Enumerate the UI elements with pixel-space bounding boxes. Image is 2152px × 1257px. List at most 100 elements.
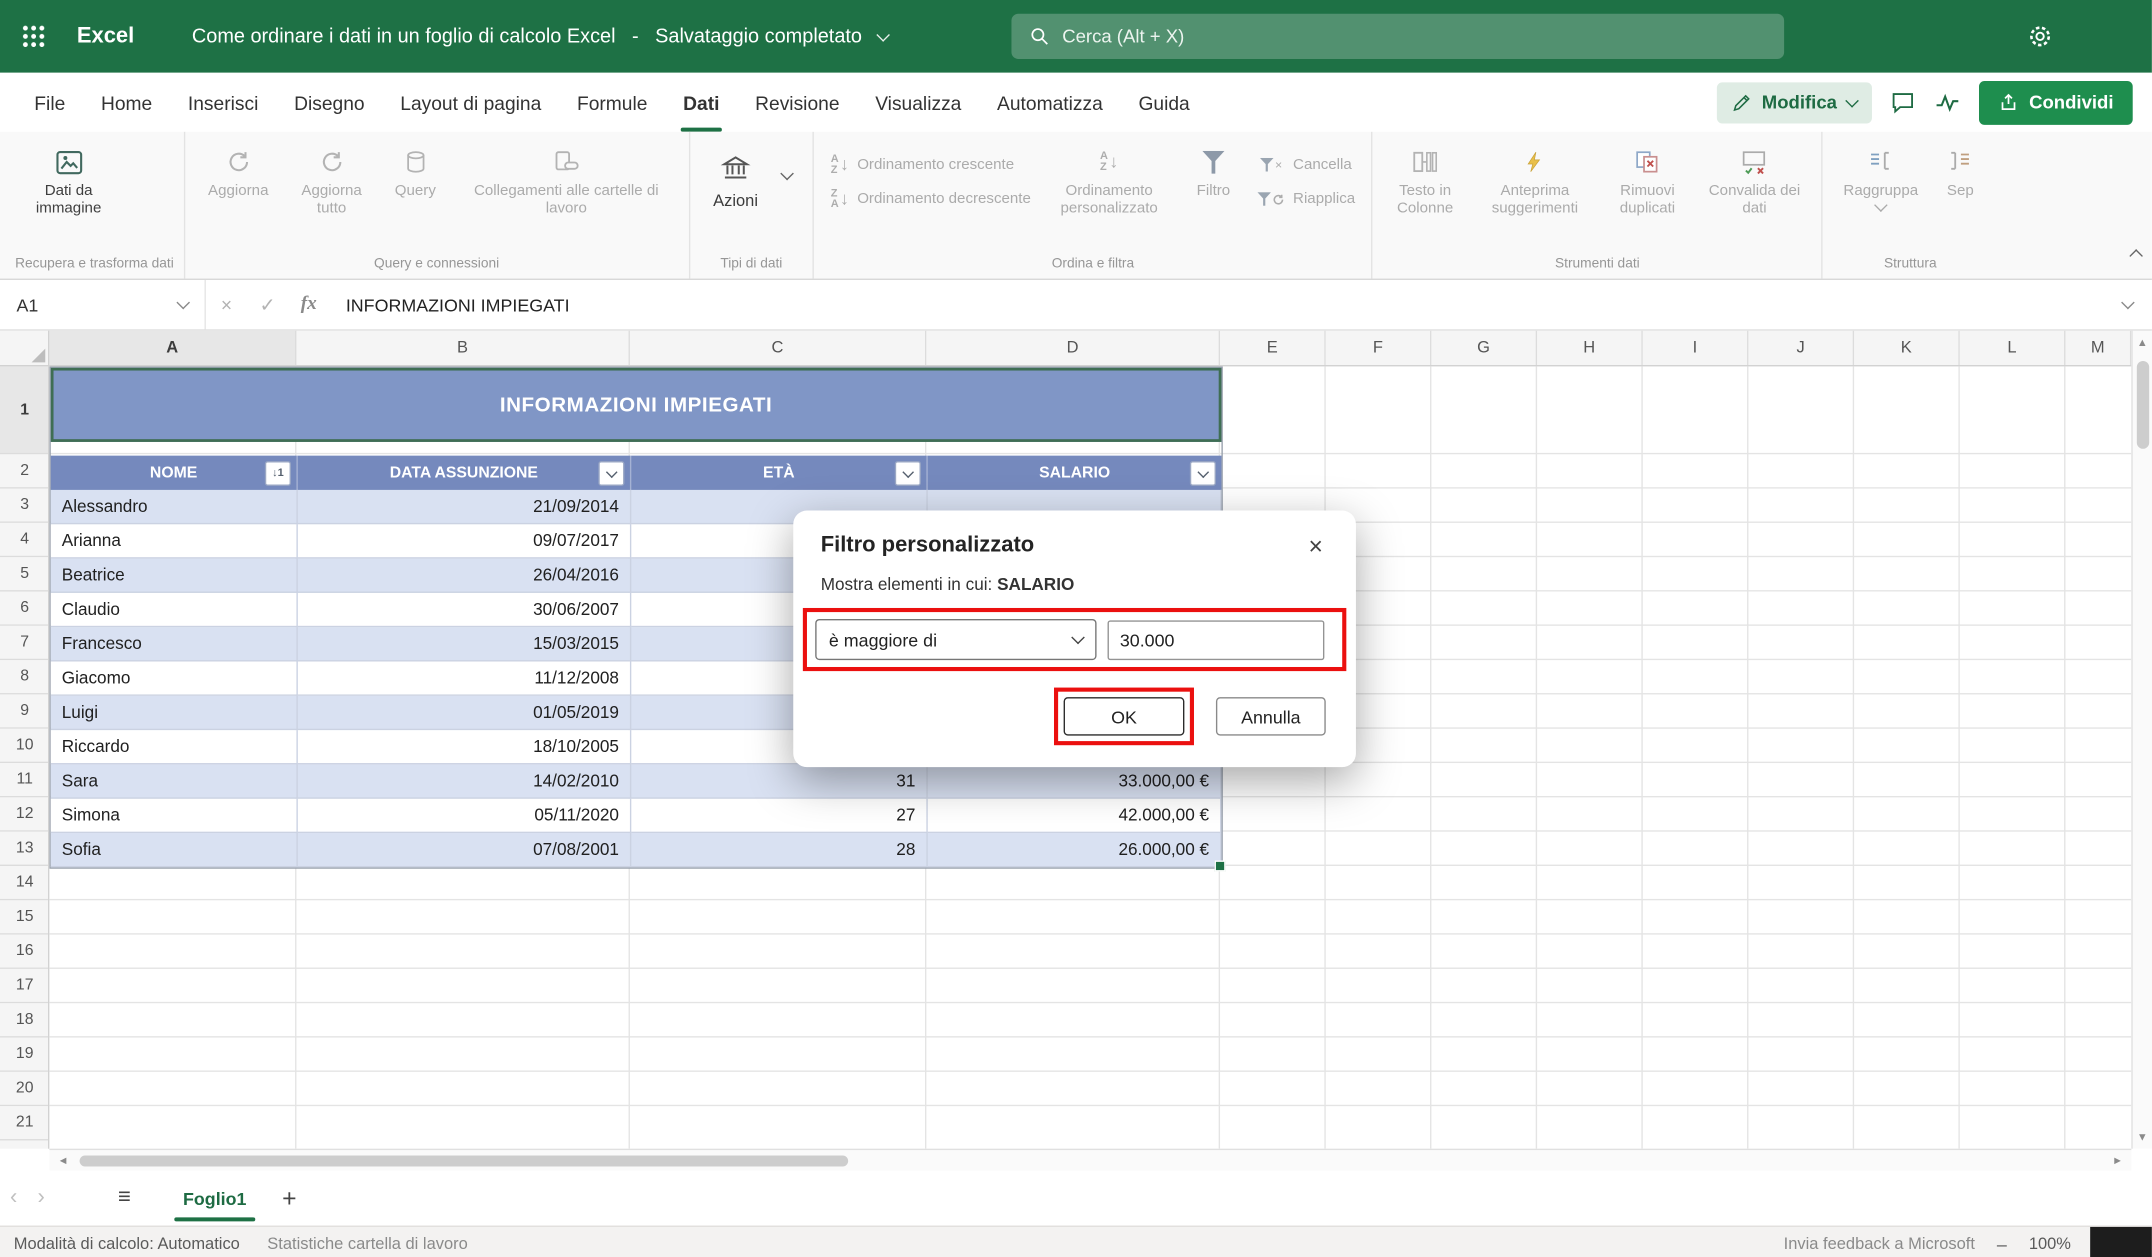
feedback-link[interactable]: Invia feedback a Microsoft xyxy=(1770,1234,1989,1253)
horizontal-scroll-thumb[interactable] xyxy=(80,1155,849,1166)
cell-eta[interactable]: 28 xyxy=(631,833,927,867)
column-header-K[interactable]: K xyxy=(1854,331,1960,367)
cell-data[interactable]: 05/11/2020 xyxy=(298,799,631,833)
column-header-H[interactable]: H xyxy=(1537,331,1643,367)
row-header-7[interactable]: 7 xyxy=(0,626,49,660)
zoom-level[interactable]: 100% xyxy=(2015,1234,2085,1253)
column-header-I[interactable]: I xyxy=(1643,331,1749,367)
cell-salario[interactable]: 33.000,00 € xyxy=(928,764,1222,798)
scroll-down-icon[interactable]: ▼ xyxy=(2133,1131,2152,1143)
table-title-cell-a1[interactable]: INFORMAZIONI IMPIEGATI xyxy=(51,368,1222,442)
column-header-G[interactable]: G xyxy=(1431,331,1537,367)
cell-nome[interactable]: Claudio xyxy=(51,593,298,627)
column-header-C[interactable]: C xyxy=(630,331,926,367)
collapse-ribbon-button[interactable] xyxy=(2131,243,2141,268)
cell-data[interactable]: 09/07/2017 xyxy=(298,524,631,558)
tab-automatizza[interactable]: Automatizza xyxy=(979,73,1120,132)
ok-button[interactable]: OK xyxy=(1064,697,1185,735)
cell-data[interactable]: 14/02/2010 xyxy=(298,764,631,798)
operator-select[interactable]: è maggiore di xyxy=(815,619,1096,660)
cell-data[interactable]: 01/05/2019 xyxy=(298,696,631,730)
row-header-15[interactable]: 15 xyxy=(0,900,49,934)
cell-nome[interactable]: Giacomo xyxy=(51,661,298,695)
sheet-tab-foglio1[interactable]: Foglio1 xyxy=(167,1171,263,1226)
cell-nome[interactable]: Riccardo xyxy=(51,730,298,764)
cell-nome[interactable]: Francesco xyxy=(51,627,298,661)
document-title[interactable]: Come ordinare i dati in un foglio di cal… xyxy=(192,25,616,47)
rimuovi-duplicati-button[interactable]: Rimuovi duplicati xyxy=(1602,137,1693,221)
row-header-20[interactable]: 20 xyxy=(0,1072,49,1106)
tab-home[interactable]: Home xyxy=(83,73,170,132)
azioni-chevron-icon[interactable] xyxy=(781,166,795,180)
cell-data[interactable]: 21/09/2014 xyxy=(298,490,631,524)
column-header-F[interactable]: F xyxy=(1326,331,1432,367)
aggiorna-tutto-button[interactable]: Aggiorna tutto xyxy=(286,137,377,221)
sheet-list-icon[interactable]: ≡ xyxy=(118,1186,131,1211)
cell-data[interactable]: 07/08/2001 xyxy=(298,833,631,867)
cell-nome[interactable]: Alessandro xyxy=(51,490,298,524)
settings-button[interactable] xyxy=(2027,0,2053,73)
convalida-dati-button[interactable]: Convalida dei dati xyxy=(1697,137,1812,221)
cell-data[interactable]: 15/03/2015 xyxy=(298,627,631,661)
scroll-left-icon[interactable]: ◄ xyxy=(52,1151,74,1170)
scroll-up-icon[interactable]: ▲ xyxy=(2133,336,2152,348)
row-header-10[interactable]: 10 xyxy=(0,729,49,763)
tab-formule[interactable]: Formule xyxy=(559,73,665,132)
column-header-A[interactable]: A xyxy=(49,331,296,367)
cancella-button[interactable]: × Cancella xyxy=(1250,150,1362,180)
raggruppa-button[interactable]: Raggruppa xyxy=(1833,137,1929,212)
testo-in-colonne-button[interactable]: Testo in Colonne xyxy=(1383,137,1468,221)
row-header-13[interactable]: 13 xyxy=(0,832,49,866)
column-header-J[interactable]: J xyxy=(1748,331,1854,367)
tab-guida[interactable]: Guida xyxy=(1121,73,1208,132)
dati-da-immagine-button[interactable]: Dati da immagine xyxy=(15,137,122,221)
anteprima-suggerimenti-button[interactable]: Anteprima suggerimenti xyxy=(1472,137,1598,221)
row-header-1[interactable]: 1 xyxy=(0,366,49,454)
search-input[interactable]: Cerca (Alt + X) xyxy=(1011,14,1784,59)
cell-nome[interactable]: Sara xyxy=(51,764,298,798)
add-sheet-button[interactable]: + xyxy=(282,1184,296,1213)
cell-nome[interactable]: Beatrice xyxy=(51,559,298,593)
dialog-close-icon[interactable]: × xyxy=(1303,532,1328,559)
save-status[interactable]: Salvataggio completato xyxy=(655,25,862,47)
column-header-E[interactable]: E xyxy=(1220,331,1326,367)
header-salario[interactable]: SALARIO xyxy=(928,456,1222,490)
row-header-11[interactable]: 11 xyxy=(0,763,49,797)
raggruppa-chevron-icon[interactable] xyxy=(1874,198,1888,212)
header-eta[interactable]: ETÀ xyxy=(631,456,927,490)
table-resize-handle[interactable] xyxy=(1215,860,1226,871)
filter-value-input[interactable] xyxy=(1108,620,1325,660)
tab-layout-di-pagina[interactable]: Layout di pagina xyxy=(382,73,559,132)
name-box[interactable]: A1 xyxy=(0,280,206,329)
header-data-assunzione[interactable]: DATA ASSUNZIONE xyxy=(298,456,631,490)
ordinamento-crescente-button[interactable]: AZ↓ Ordinamento crescente xyxy=(824,150,1038,180)
aggiorna-button[interactable]: Aggiorna xyxy=(194,137,282,203)
header-nome[interactable]: NOME ↓1 xyxy=(51,456,298,490)
select-all-button[interactable] xyxy=(0,331,49,367)
riapplica-button[interactable]: Riapplica xyxy=(1250,184,1362,214)
column-header-B[interactable]: B xyxy=(296,331,629,367)
cell-salario[interactable]: 26.000,00 € xyxy=(928,833,1222,867)
ordinamento-personalizzato-button[interactable]: AZ↓ Ordinamento personalizzato xyxy=(1042,137,1176,221)
insert-function-icon[interactable]: fx xyxy=(288,294,329,316)
cell-nome[interactable]: Luigi xyxy=(51,696,298,730)
column-header-M[interactable]: M xyxy=(2065,331,2131,367)
cell-nome[interactable]: Sofia xyxy=(51,833,298,867)
calc-mode-status[interactable]: Modalità di calcolo: Automatico xyxy=(0,1234,254,1253)
next-sheet-icon[interactable]: › xyxy=(27,1186,54,1211)
cancel-button[interactable]: Annulla xyxy=(1216,697,1326,735)
row-header-4[interactable]: 4 xyxy=(0,523,49,557)
query-button[interactable]: Query xyxy=(381,137,450,203)
formula-bar-expand-icon[interactable] xyxy=(2121,296,2135,310)
column-header-D[interactable]: D xyxy=(926,331,1220,367)
activity-button[interactable] xyxy=(1933,89,1960,116)
cell-data[interactable]: 11/12/2008 xyxy=(298,661,631,695)
zoom-out-icon[interactable]: – xyxy=(1989,1233,2015,1254)
tab-inserisci[interactable]: Inserisci xyxy=(170,73,276,132)
save-status-chevron-icon[interactable] xyxy=(876,28,890,42)
filtro-button[interactable]: Filtro xyxy=(1180,137,1246,203)
ordinamento-decrescente-button[interactable]: ZA↓ Ordinamento decrescente xyxy=(824,184,1038,214)
workbook-stats-button[interactable]: Statistiche cartella di lavoro xyxy=(254,1234,482,1253)
cell-data[interactable]: 18/10/2005 xyxy=(298,730,631,764)
cell-nome[interactable]: Simona xyxy=(51,799,298,833)
